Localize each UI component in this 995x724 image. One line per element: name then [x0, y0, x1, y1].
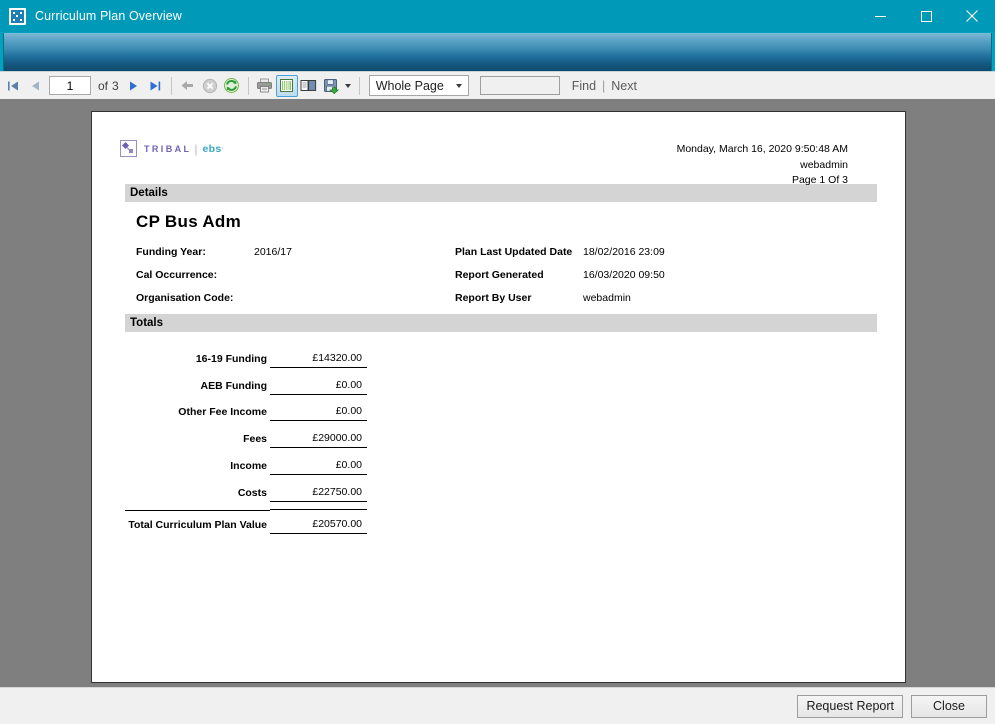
logo-trademark: ·: [222, 145, 224, 152]
detail-row: Cal Occurrence:: [136, 269, 466, 282]
header-banner: [3, 33, 992, 71]
page-number-input[interactable]: [49, 76, 91, 95]
logo-separator: |: [194, 142, 197, 156]
of-label: of: [98, 79, 108, 93]
detail-label: Organisation Code:: [136, 292, 254, 305]
toolbar-divider-3: [359, 77, 360, 95]
page-layout-icon[interactable]: [276, 75, 298, 97]
totals-label: 16-19 Funding: [125, 353, 270, 368]
tribal-ebs-logo: TRIBAL | ebs ·: [120, 140, 224, 157]
find-next-button[interactable]: Next: [611, 79, 637, 93]
chevron-down-icon[interactable]: [342, 75, 354, 97]
report-header: TRIBAL | ebs · Monday, March 16, 2020 9:…: [92, 112, 905, 184]
zoom-level-select[interactable]: Whole Page: [369, 75, 469, 96]
find-input[interactable]: [480, 76, 560, 95]
detail-value: 16/03/2020 09:50: [583, 269, 665, 282]
maximize-button[interactable]: [903, 0, 949, 32]
title-bar: Curriculum Plan Overview: [0, 0, 995, 32]
grand-total-label: Total Curriculum Plan Value: [125, 510, 270, 534]
toolbar-divider: [171, 77, 172, 95]
totals-row: Income £0.00: [125, 448, 877, 475]
detail-row: Organisation Code:: [136, 292, 466, 305]
detail-label: Funding Year:: [136, 246, 254, 259]
report-page-of: Page 1 Of 3: [677, 173, 848, 189]
stop-icon[interactable]: [199, 75, 221, 97]
totals-row: 16-19 Funding £14320.00: [125, 341, 877, 368]
plan-title: CP Bus Adm: [136, 212, 241, 232]
logo-product-text: ebs: [203, 143, 222, 155]
report-toolbar: of 3: [0, 71, 995, 99]
tribal-logo-icon: [120, 140, 137, 157]
request-report-button[interactable]: Request Report: [797, 695, 903, 718]
window-controls: [857, 0, 995, 32]
totals-value: £22750.00: [270, 486, 367, 502]
totals-section-body: 16-19 Funding £14320.00 AEB Funding £0.0…: [125, 332, 877, 534]
details-right-column: Plan Last Updated Date 18/02/2016 23:09 …: [455, 246, 785, 315]
detail-value: webadmin: [583, 292, 631, 305]
last-page-icon[interactable]: [144, 75, 166, 97]
refresh-icon[interactable]: [221, 75, 243, 97]
print-icon[interactable]: [254, 75, 276, 97]
report-page: TRIBAL | ebs · Monday, March 16, 2020 9:…: [91, 111, 906, 683]
totals-value: £0.00: [270, 379, 367, 395]
totals-label: Income: [125, 460, 270, 475]
previous-page-icon[interactable]: [24, 75, 46, 97]
report-generated-datetime: Monday, March 16, 2020 9:50:48 AM: [677, 142, 848, 158]
logo-brand-text: TRIBAL: [144, 144, 191, 154]
totals-row: Other Fee Income £0.00: [125, 395, 877, 422]
chevron-down-icon[interactable]: [451, 84, 468, 88]
report-viewer-window: Curriculum Plan Overview: [0, 0, 995, 724]
detail-label: Report By User: [455, 292, 583, 305]
detail-value: 18/02/2016 23:09: [583, 246, 665, 259]
close-dialog-button[interactable]: Close: [911, 695, 987, 718]
detail-row: Funding Year: 2016/17: [136, 246, 466, 259]
detail-label: Cal Occurrence:: [136, 269, 254, 282]
totals-label: Fees: [125, 433, 270, 448]
zoom-level-value: Whole Page: [370, 79, 451, 93]
find-button[interactable]: Find: [572, 79, 596, 93]
dialog-footer: Request Report Close: [0, 687, 995, 724]
detail-row: Plan Last Updated Date 18/02/2016 23:09: [455, 246, 785, 259]
detail-row: Report By User webadmin: [455, 292, 785, 305]
totals-row: AEB Funding £0.00: [125, 368, 877, 395]
window-title: Curriculum Plan Overview: [35, 9, 182, 23]
detail-value: 2016/17: [254, 246, 292, 259]
totals-value: £0.00: [270, 459, 367, 475]
minimize-button[interactable]: [857, 0, 903, 32]
detail-label: Report Generated: [455, 269, 583, 282]
find-separator: |: [602, 79, 605, 93]
totals-label: AEB Funding: [125, 380, 270, 395]
report-user: webadmin: [677, 158, 848, 174]
totals-section-header: Totals: [125, 314, 877, 332]
first-page-icon[interactable]: [2, 75, 24, 97]
totals-value: £0.00: [270, 405, 367, 421]
back-arrow-icon[interactable]: [177, 75, 199, 97]
book-page-setup-icon[interactable]: [298, 75, 320, 97]
close-button[interactable]: [949, 0, 995, 32]
grand-total-value: £20570.00: [270, 509, 367, 534]
app-grid-icon: [9, 8, 26, 25]
totals-row: Fees £29000.00: [125, 421, 877, 448]
totals-value: £29000.00: [270, 432, 367, 448]
details-left-column: Funding Year: 2016/17 Cal Occurrence: Or…: [136, 246, 466, 315]
detail-row: Report Generated 16/03/2020 09:50: [455, 269, 785, 282]
detail-label: Plan Last Updated Date: [455, 246, 583, 259]
totals-label: Other Fee Income: [125, 406, 270, 421]
details-section-body: CP Bus Adm Funding Year: 2016/17 Cal Occ…: [125, 202, 877, 314]
report-viewer-canvas[interactable]: TRIBAL | ebs · Monday, March 16, 2020 9:…: [0, 99, 995, 687]
next-page-icon[interactable]: [122, 75, 144, 97]
page-count-label: 3: [112, 79, 119, 93]
toolbar-divider-2: [248, 77, 249, 95]
totals-grand-row: Total Curriculum Plan Value £20570.00: [125, 507, 877, 534]
totals-value: £14320.00: [270, 352, 367, 368]
totals-row: Costs £22750.00: [125, 475, 877, 502]
export-save-icon[interactable]: [320, 75, 342, 97]
totals-label: Costs: [125, 487, 270, 502]
report-header-meta: Monday, March 16, 2020 9:50:48 AM webadm…: [677, 142, 848, 189]
